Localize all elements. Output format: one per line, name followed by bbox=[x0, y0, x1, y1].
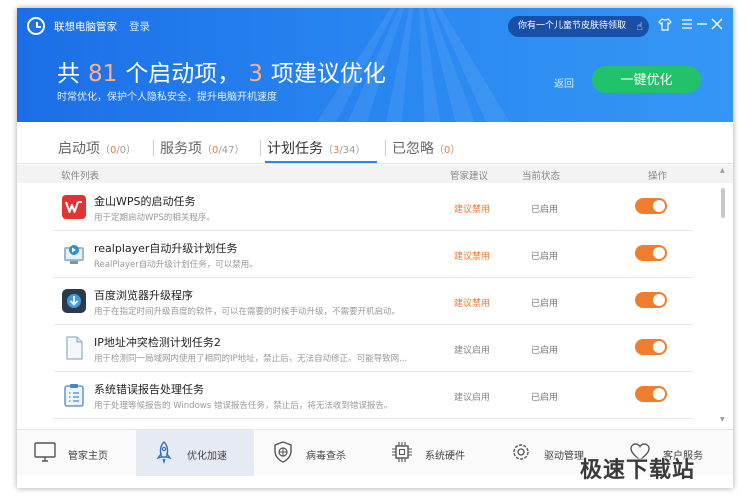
tab-count: （0/0） bbox=[100, 145, 137, 156]
column-status: 当前状态 bbox=[522, 171, 561, 182]
tab-scheduled-tasks[interactable]: 计划任务（3/34） bbox=[267, 138, 365, 158]
status-label: 已启用 bbox=[531, 205, 559, 215]
task-name: 百度浏览器升级程序 bbox=[94, 289, 193, 302]
status-label: 已启用 bbox=[531, 299, 559, 309]
site-watermark: 极速下载站 bbox=[580, 458, 696, 483]
login-link[interactable]: 登录 bbox=[129, 19, 150, 34]
list-item: 系统错误报告处理任务 用于处理等候报告的 Windows 错误报告任务，禁止后，… bbox=[53, 372, 693, 419]
list-item: 百度浏览器升级程序 用于在指定时间升级百度的软件，可以在需要的时候手动升级，不需… bbox=[53, 278, 693, 325]
nav-item-antivirus[interactable]: 病毒查杀 bbox=[255, 430, 373, 476]
enable-toggle[interactable] bbox=[635, 386, 667, 402]
wps-icon bbox=[62, 195, 86, 219]
column-name: 软件列表 bbox=[61, 171, 100, 182]
task-name: IP地址冲突检测计划任务2 bbox=[94, 336, 221, 349]
task-description: 用于在指定时间升级百度的软件，可以在需要的时候手动升级，不需要开机启动。 bbox=[94, 307, 401, 317]
tab-divider bbox=[385, 140, 386, 156]
close-icon[interactable] bbox=[711, 18, 723, 30]
tab-count: （0/47） bbox=[202, 145, 245, 156]
rocket-icon bbox=[156, 441, 172, 464]
task-name: realplayer自动升级计划任务 bbox=[94, 242, 238, 255]
nav-item-home[interactable]: 管家主页 bbox=[17, 430, 135, 476]
status-label: 已启用 bbox=[531, 252, 559, 262]
nav-label: 病毒查杀 bbox=[306, 451, 346, 462]
task-name: 金山WPS的启动任务 bbox=[94, 195, 196, 208]
clock-logo-icon bbox=[27, 17, 45, 35]
tab-divider bbox=[260, 140, 261, 156]
shield-icon bbox=[274, 441, 292, 463]
headline-prefix: 共 bbox=[57, 61, 80, 87]
tab-count: （0） bbox=[434, 145, 461, 156]
back-link[interactable]: 返回 bbox=[554, 75, 574, 90]
nav-item-hardware[interactable]: 系统硬件 bbox=[374, 430, 492, 476]
tab-label: 计划任务 bbox=[267, 141, 323, 157]
task-description: 用于处理等候报告的 Windows 错误报告任务，禁止后，将无法收到错误报告。 bbox=[94, 401, 393, 411]
tab-label: 已忽略 bbox=[392, 141, 434, 157]
suggestion-label: 建议禁用 bbox=[454, 252, 491, 262]
clipboard-list-icon bbox=[64, 384, 84, 407]
suggestion-label: 建议启用 bbox=[454, 346, 491, 356]
promo-pill[interactable]: 你有一个儿童节皮肤待领取 ☝ bbox=[508, 16, 649, 37]
nav-item-optimize[interactable]: 优化加速 bbox=[136, 430, 254, 476]
tab-bar: 启动项（0/0） 服务项（0/47） 计划任务（3/34） 已忽略（0） bbox=[17, 122, 733, 164]
nav-label: 驱动管理 bbox=[544, 451, 584, 462]
suggest-count: 3 bbox=[248, 61, 263, 87]
monitor-icon bbox=[34, 442, 56, 462]
realplayer-icon bbox=[64, 245, 84, 264]
enable-toggle[interactable] bbox=[635, 245, 667, 261]
nav-label: 管家主页 bbox=[68, 451, 108, 462]
list-item: IP地址冲突检测计划任务2 用于检测同一局域网内使用了相同的IP地址，禁止后，无… bbox=[53, 325, 693, 372]
task-description: 用于定期启动WPS的相关程序。 bbox=[94, 213, 215, 223]
nav-label: 系统硬件 bbox=[425, 451, 465, 462]
headline: 共 81 个启动项， 3 项建议优化 bbox=[57, 54, 386, 88]
enable-toggle[interactable] bbox=[635, 339, 667, 355]
scrollbar-thumb[interactable] bbox=[721, 188, 725, 218]
promo-text: 你有一个儿童节皮肤待领取 bbox=[518, 21, 627, 31]
headline-middle: 个启动项， bbox=[125, 61, 241, 87]
shirt-icon[interactable] bbox=[658, 18, 672, 31]
suggestion-label: 建议禁用 bbox=[454, 205, 491, 215]
task-description: RealPlayer自动升级计划任务，可以禁用。 bbox=[94, 260, 258, 270]
column-suggest: 管家建议 bbox=[450, 171, 489, 182]
tab-divider bbox=[153, 140, 154, 156]
tab-count: （3/34） bbox=[323, 145, 366, 156]
minimize-icon[interactable] bbox=[696, 18, 708, 30]
enable-toggle[interactable] bbox=[635, 292, 667, 308]
header-subtitle: 时常优化，保护个人隐私安全，提升电脑开机速度 bbox=[57, 92, 277, 103]
document-icon bbox=[66, 336, 83, 360]
tab-label: 启动项 bbox=[58, 141, 100, 157]
task-name: 系统错误报告处理任务 bbox=[94, 383, 204, 396]
pointer-hand-icon: ☝ bbox=[636, 20, 643, 33]
tab-services[interactable]: 服务项（0/47） bbox=[160, 138, 244, 158]
list-item: 金山WPS的启动任务 用于定期启动WPS的相关程序。 建议禁用 已启用 bbox=[53, 184, 693, 231]
headline-suffix: 项建议优化 bbox=[270, 61, 386, 87]
app-title: 联想电脑管家 bbox=[54, 21, 117, 33]
menu-icon[interactable] bbox=[681, 18, 693, 30]
app-window: 联想电脑管家 登录 你有一个儿童节皮肤待领取 ☝ 共 81 个启动项， 3 项建议优化 … bbox=[17, 8, 733, 488]
column-action: 操作 bbox=[648, 171, 668, 182]
active-tab-indicator bbox=[265, 161, 377, 163]
tab-label: 服务项 bbox=[160, 141, 202, 157]
scroll-down-arrow-icon[interactable]: ▼ bbox=[720, 416, 725, 423]
one-click-optimize-button[interactable]: 一键优化 bbox=[592, 66, 701, 93]
list-header: 软件列表 管家建议 当前状态 操作 bbox=[17, 165, 733, 183]
enable-toggle[interactable] bbox=[635, 198, 667, 214]
gear-icon bbox=[513, 444, 529, 460]
status-label: 已启用 bbox=[531, 346, 559, 356]
suggestion-label: 建议禁用 bbox=[454, 299, 491, 309]
startup-count: 81 bbox=[88, 61, 118, 87]
tab-startup[interactable]: 启动项（0/0） bbox=[58, 138, 136, 158]
status-label: 已启用 bbox=[531, 393, 559, 403]
tab-ignored[interactable]: 已忽略（0） bbox=[392, 138, 460, 158]
task-description: 用于检测同一局域网内使用了相同的IP地址，禁止后，无法自动修正。可能导致网... bbox=[94, 354, 408, 364]
list-item: realplayer自动升级计划任务 RealPlayer自动升级计划任务，可以… bbox=[53, 231, 693, 278]
scroll-up-arrow-icon[interactable]: ▲ bbox=[720, 167, 725, 174]
nav-label: 优化加速 bbox=[187, 451, 227, 462]
header-banner: 联想电脑管家 登录 你有一个儿童节皮肤待领取 ☝ 共 81 个启动项， 3 项建议优化 … bbox=[17, 8, 733, 122]
suggestion-label: 建议启用 bbox=[454, 393, 491, 403]
baidu-browser-icon bbox=[62, 289, 86, 313]
chip-icon bbox=[392, 442, 412, 462]
